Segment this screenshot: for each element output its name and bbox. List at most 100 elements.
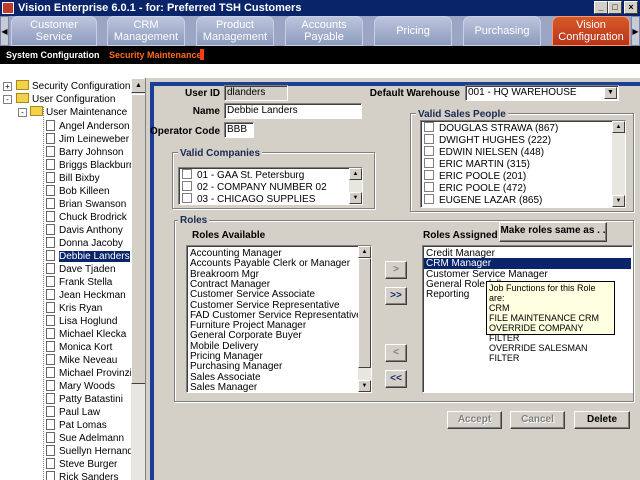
tree-node-user[interactable]: Jean Heckman [46,289,126,302]
list-item[interactable]: DOUGLAS STRAWA (867) [424,122,558,134]
minimize-button[interactable]: _ [594,1,608,14]
tree-node-user[interactable]: Mary Woods [46,380,115,393]
scroll-up-icon[interactable]: ▲ [131,78,145,93]
list-item[interactable]: EDWIN NIELSEN (448) [424,146,544,158]
tree-node-user[interactable]: Sue Adelmann [46,432,124,445]
tree-node-user[interactable]: Chuck Brodrick [46,211,127,224]
list-item[interactable]: DWIGHT HUGHES (222) [424,134,551,146]
checkbox[interactable] [424,146,434,156]
tree-node-user[interactable]: Donna Jacoby [46,237,123,250]
tab-scroll-right-icon[interactable]: ▶ [631,16,640,46]
move-left-button[interactable]: < [385,344,407,362]
tree-node-user[interactable]: Steve Burger [46,458,117,471]
checkbox[interactable] [182,193,192,203]
list-item[interactable]: 03 - CHICAGO SUPPLIES [182,193,315,204]
scroll-down-icon[interactable]: ▼ [358,380,371,392]
tree-node-user[interactable]: Briggs Blackburn [46,159,135,172]
role-item[interactable]: Reporting [426,289,469,300]
tab-purchasing[interactable]: Purchasing [463,16,541,46]
scroll-up-icon[interactable]: ▲ [349,168,362,180]
operator-code-field[interactable]: BBB [224,122,254,138]
name-field[interactable]: Debbie Landers [224,103,362,119]
subnav-security-maintenance[interactable]: Security Maintenance [109,49,202,61]
tab-crm-management[interactable]: CRM Management [107,16,185,46]
expand-icon[interactable]: + [3,82,12,91]
valid-sales-people-list[interactable]: DOUGLAS STRAWA (867) DWIGHT HUGHES (222) E… [420,120,626,208]
cancel-button[interactable]: Cancel [510,411,565,429]
list-item[interactable]: 01 - GAA St. Petersburg [182,169,304,181]
checkbox[interactable] [424,170,434,180]
sales-scrollbar[interactable]: ▲ ▼ [612,121,625,207]
user-document-icon [46,354,55,365]
roles-available-list[interactable]: Accounting Manager Accounts Payable Clerk… [186,245,372,393]
tree-node-user[interactable]: Michael Provinzino [46,367,143,380]
tab-accounts-payable[interactable]: Accounts Payable [285,16,363,46]
list-item[interactable]: 02 - COMPANY NUMBER 02 [182,181,327,193]
checkbox[interactable] [182,169,192,179]
tree-node-user[interactable]: Davis Anthony [46,224,123,237]
scroll-thumb[interactable] [358,258,371,368]
tree-node-user[interactable]: Rick Sanders [46,471,118,480]
user-id-field[interactable]: dlanders [224,85,288,101]
valid-companies-list[interactable]: 01 - GAA St. Petersburg 02 - COMPANY NUMB… [178,167,363,205]
collapse-icon[interactable]: - [3,95,12,104]
move-all-right-button[interactable]: >> [385,287,407,305]
tree-node-user[interactable]: Angel Anderson [46,120,130,133]
tree-node-user[interactable]: Paul Law [46,406,100,419]
tab-vision-configuration[interactable]: Vision Configuration [552,16,630,46]
tree-node-user[interactable]: Brian Swanson [46,198,126,211]
tree-node-user[interactable]: Dave Tjaden [46,263,116,276]
tree-node-user[interactable]: Bill Bixby [46,172,100,185]
tree-node-user-configuration[interactable]: User Configuration [16,93,115,106]
tree-node-user[interactable]: Lisa Hoglund [46,315,117,328]
checkbox[interactable] [424,194,434,204]
scroll-up-icon[interactable]: ▲ [612,121,625,133]
available-roles-scrollbar[interactable]: ▲ ▼ [358,246,371,392]
maximize-button[interactable]: □ [608,1,622,14]
collapse-icon[interactable]: - [18,108,27,117]
tree-node-user[interactable]: Suellyn Hernandez [46,445,144,458]
role-item[interactable]: Sales Manager [190,382,257,392]
tree-node-user[interactable]: Bob Killeen [46,185,110,198]
scroll-up-icon[interactable]: ▲ [358,246,371,258]
tree-node-user-maintenance[interactable]: User Maintenance [30,106,127,119]
list-item[interactable]: EUGENE LAZAR (865) [424,194,542,206]
scroll-thumb[interactable] [131,94,145,384]
list-item[interactable]: ERIC POOLE (472) [424,182,526,194]
tree-scrollbar[interactable]: ▲ [131,78,145,480]
close-button[interactable]: × [624,1,638,14]
tree-node-user[interactable]: Pat Lomas [46,419,107,432]
tab-scroll-left-icon[interactable]: ◀ [0,16,9,46]
tree-node-user[interactable]: Mike Neveau [46,354,117,367]
delete-button[interactable]: Delete [574,411,630,429]
checkbox[interactable] [424,134,434,144]
scroll-down-icon[interactable]: ▼ [612,195,625,207]
checkbox[interactable] [182,181,192,191]
scroll-down-icon[interactable]: ▼ [349,192,362,204]
move-right-button[interactable]: > [385,261,407,279]
tab-customer-service[interactable]: Customer Service [11,16,97,46]
tree-node-user[interactable]: Patty Batastini [46,393,123,406]
move-all-left-button[interactable]: << [385,370,407,388]
companies-scrollbar[interactable]: ▲ ▼ [349,168,362,204]
make-roles-same-as-button[interactable]: Make roles same as . . . [499,222,607,252]
list-item[interactable]: ERIC POOLE (201) [424,170,526,182]
tree-node-user[interactable]: Monica Kort [46,341,112,354]
tree-node-user[interactable]: Frank Stella [46,276,112,289]
checkbox[interactable] [424,182,434,192]
tree-node-security-configuration[interactable]: Security Configuration [16,80,130,93]
tree-node-user[interactable]: Jim Leineweber [46,133,129,146]
tab-pricing[interactable]: Pricing [374,16,452,46]
checkbox[interactable] [424,158,434,168]
subnav-system-configuration[interactable]: System Configuration [6,49,100,61]
list-item[interactable]: ERIC MARTIN (315) [424,158,530,170]
chevron-down-icon[interactable]: ▼ [604,87,617,99]
tab-product-management[interactable]: Product Management [196,16,274,46]
default-warehouse-select[interactable]: 001 - HQ WAREHOUSE ▼ [465,85,619,101]
accept-button[interactable]: Accept [447,411,502,429]
tree-node-user[interactable]: Barry Johnson [46,146,123,159]
tree-node-user[interactable]: Debbie Landers [46,250,131,263]
tree-node-user[interactable]: Kris Ryan [46,302,102,315]
tree-node-user[interactable]: Michael Klecka [46,328,126,341]
checkbox[interactable] [424,122,434,132]
